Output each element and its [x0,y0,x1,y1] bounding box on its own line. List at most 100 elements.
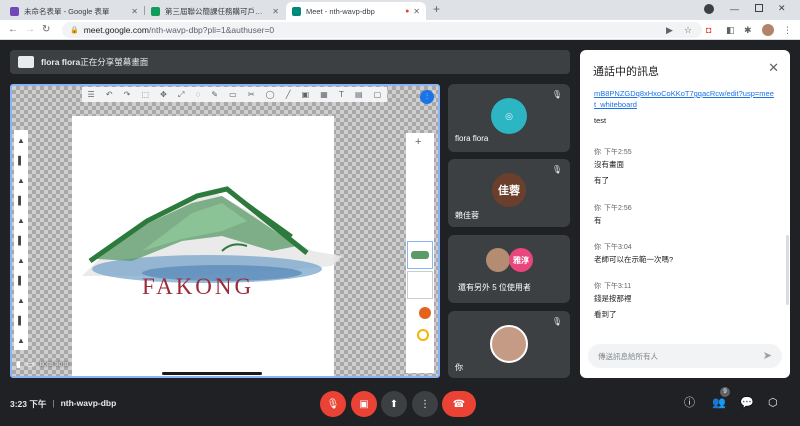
toggle-mic-button[interactable]: 🎙 [320,391,346,417]
presenter-name: flora flora [41,57,81,67]
tab-google-forms[interactable]: 未命名表單 - Google 表單 ✕ [4,2,144,20]
brush-icon[interactable]: ▲ [17,176,25,185]
color-wheel-icon[interactable] [417,329,429,341]
chat-message: 看到了 [594,310,617,319]
brush-icon[interactable]: ▲ [17,216,25,225]
extension-icon[interactable]: ◧ [726,24,735,36]
message-time: 下午3:11 [604,283,632,290]
frame-icon[interactable]: ▢ [374,90,382,99]
bookmark-star-icon[interactable]: ☆ [684,24,692,36]
menu-icon[interactable]: ☰ [88,90,95,99]
browser-tab-strip: 未命名表單 - Google 表單 ✕ 第三屆聯公簡課任務購可戶外動 ✕ Mee… [0,0,800,20]
lock-icon: 🔒 [70,27,79,34]
brush-toolbox: ▲ ▌ ▲ ▌ ▲ ▌ ▲ ▌ ▲ ▌ ▲ [14,130,28,350]
chat-icon[interactable]: 💬 [740,396,754,410]
fakong-logo-text: FAKONG [142,274,255,299]
activities-icon[interactable]: ⬡ [768,396,778,410]
leave-call-button[interactable]: ☎ [442,391,476,417]
sender-name: 你 [594,283,601,290]
meeting-code: nth-wavp-dbp [60,398,117,408]
fill-icon[interactable]: ▣ [302,90,310,99]
redo-icon[interactable]: ↷ [124,90,131,99]
add-layer-icon[interactable]: + [415,136,421,148]
send-icon[interactable]: ➤ [763,349,772,362]
divider: | [52,398,55,408]
participant-name: 你 [455,363,463,372]
toggle-camera-button[interactable]: ▣ [351,391,377,417]
self-tile[interactable]: 🎙 你 [448,311,570,378]
back-icon[interactable]: ← [8,24,18,36]
chat-message: test [594,116,607,125]
message-time: 下午2:55 [604,149,632,156]
extension-shield-icon[interactable]: ◘ [706,24,711,36]
participant-tile[interactable]: 雅淳 還有另外 5 位使用者 [448,235,570,303]
present-screen-button[interactable]: ⬆ [381,391,407,417]
shape-icon[interactable]: ◯ [266,90,275,99]
browser-menu-icon[interactable]: ⋮ [783,24,792,36]
undo-icon[interactable]: ↶ [106,90,113,99]
close-tab-icon[interactable]: ✕ [131,7,138,16]
avatar-logo-icon: ◎ [505,110,513,121]
layout-button[interactable]: ⫶ [420,90,434,104]
url-input[interactable]: 🔒 meet.google.com /nth-wavp-dbp?pli=1&au… [62,22,702,38]
lasso-icon[interactable]: ◌ [195,90,200,99]
chat-message-input[interactable]: 傳送訊息給所有人 ➤ [588,344,782,368]
participant-tile[interactable]: 🎙 佳蓉 賴佳蓉 [448,159,570,227]
close-window-icon[interactable]: ✕ [778,3,786,14]
people-icon[interactable]: 👥 [712,396,726,410]
chat-link[interactable]: mB8PNZGDq8xHxoCoKKoT7gqacRcw/edit?usp=me… [594,88,774,110]
presentation-view[interactable]: ☰ ↶ ↷ ⬚ ✥ ⤢ ◌ ✎ ▭ ✂ ◯ ╱ ▣ ▦ T ▤ ▢ FAKONG… [10,84,440,378]
brush-icon[interactable]: ▌ [18,196,24,205]
restore-icon[interactable] [755,4,763,12]
forward-icon[interactable]: → [25,24,35,36]
image-icon[interactable]: ▦ [320,90,328,99]
meeting-controls-bar: 3:23 下午 | nth-wavp-dbp 🎙 ▣ ⬆ ⋮ ☎ ⓘ 👥 9 💬… [0,384,800,426]
cut-icon[interactable]: ✂ [248,90,255,99]
brush-icon[interactable]: ▲ [17,256,25,265]
extensions-puzzle-icon[interactable]: ✱ [744,24,752,36]
select-icon[interactable]: ⬚ [141,90,149,99]
close-tab-icon[interactable]: ✕ [272,7,279,16]
eraser-icon[interactable]: ▭ [229,90,237,99]
minimize-icon[interactable]: — [730,4,739,14]
close-tab-icon[interactable]: ✕ [413,7,420,16]
camera-indicator-icon[interactable]: ▶ [666,24,673,36]
brush-icon[interactable]: ▌ [18,156,24,165]
brush-icon[interactable]: ▌ [18,236,24,245]
layer-thumbnail[interactable] [407,271,433,299]
chat-message-group: 你下午3:11 錢是按那裡 看到了 [594,281,774,320]
text-icon[interactable]: T [339,90,344,99]
tab-search-icon[interactable] [704,4,714,14]
brush-icon[interactable]: ▌ [18,316,24,325]
move-icon[interactable]: ✥ [160,90,167,99]
layer-thumbnail[interactable] [407,241,433,269]
presenting-text: 正在分享螢幕畫面 [80,57,149,67]
close-chat-icon[interactable]: ✕ [768,61,779,74]
pen-icon[interactable]: ✎ [211,90,218,99]
transform-icon[interactable]: ⤢ [178,90,184,100]
gallery-icon[interactable]: ▤ [355,90,363,99]
brush-icon[interactable]: ▌ [18,276,24,285]
brush-icon[interactable]: ▲ [17,336,25,345]
chat-input-placeholder: 傳送訊息給所有人 [598,351,658,361]
meeting-details-icon[interactable]: ⓘ [684,396,695,410]
participant-tile[interactable]: 🎙 ◎ flora flora [448,84,570,152]
brush-icon[interactable]: ▲ [17,296,25,305]
more-options-button[interactable]: ⋮ [412,391,438,417]
reload-icon[interactable]: ↻ [42,24,50,36]
color-swatch[interactable] [419,307,431,319]
new-tab-button[interactable]: + [433,2,440,16]
sender-name: 你 [594,205,601,212]
chat-message: 老師可以在示範一次嗎? [594,255,674,264]
line-icon[interactable]: ╱ [286,90,291,99]
tab-google-sheets[interactable]: 第三屆聯公簡課任務購可戶外動 ✕ [145,2,285,20]
profile-avatar[interactable] [762,24,774,36]
chat-message-group: 你下午2:55 沒有畫面 有了 [594,147,774,186]
whiteboard-toolbar: ☰ ↶ ↷ ⬚ ✥ ⤢ ◌ ✎ ▭ ✂ ◯ ╱ ▣ ▦ T ▤ ▢ [82,87,387,102]
layers-panel: + [406,133,434,373]
chat-scrollbar[interactable] [786,235,789,305]
address-bar-row: ← → ↻ 🔒 meet.google.com /nth-wavp-dbp?pl… [0,20,800,40]
sheets-favicon-icon [151,6,160,16]
tab-google-meet[interactable]: Meet - nth-wavp-dbp ● ✕ [286,2,426,20]
brush-icon[interactable]: ▲ [17,136,25,145]
